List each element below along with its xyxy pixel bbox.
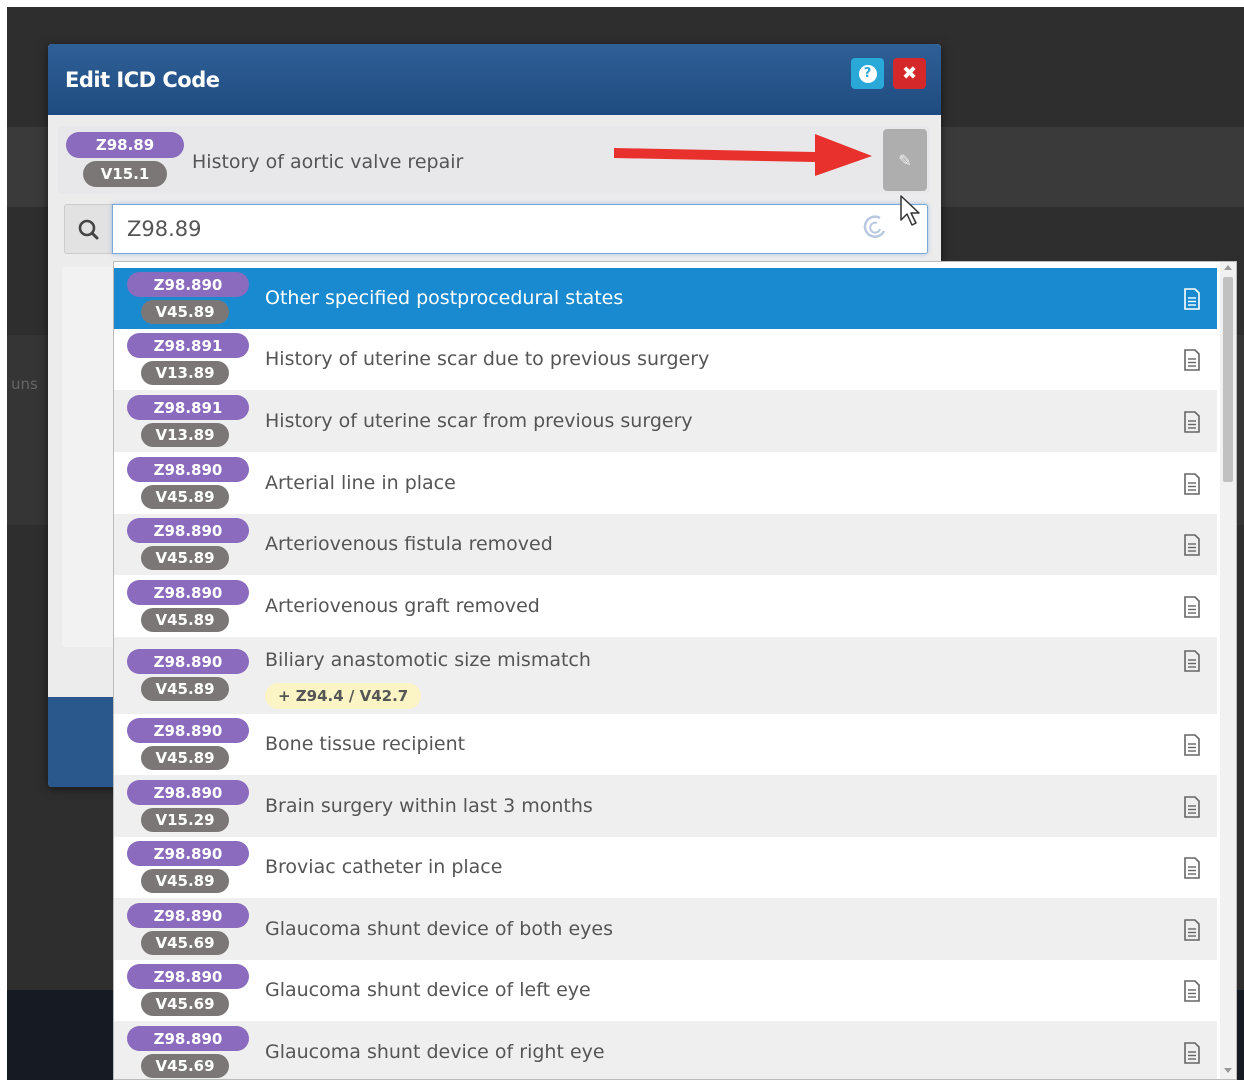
current-code-description: History of aortic valve repair bbox=[192, 151, 464, 173]
result-item[interactable]: Z98.891 V13.89 History of uterine scar f… bbox=[114, 390, 1217, 452]
result-description: Other specified postprocedural states bbox=[265, 287, 624, 309]
result-icd10-code: Z98.890 bbox=[127, 457, 249, 482]
result-icd9-code: V45.89 bbox=[141, 300, 229, 324]
modal-header: Edit ICD Code ? ✖ bbox=[48, 44, 941, 115]
document-icon[interactable] bbox=[1183, 1042, 1201, 1064]
result-description: Glaucoma shunt device of left eye bbox=[265, 979, 591, 1001]
result-icd10-code: Z98.890 bbox=[127, 1026, 249, 1051]
result-item[interactable]: Z98.891 V13.89 History of uterine scar d… bbox=[114, 329, 1217, 390]
search-box bbox=[64, 204, 928, 254]
result-description: Arteriovenous fistula removed bbox=[265, 533, 553, 555]
result-icd9-code: V45.89 bbox=[141, 746, 229, 770]
document-icon[interactable] bbox=[1183, 919, 1201, 941]
result-description: Arterial line in place bbox=[265, 472, 456, 494]
result-icd9-code: V45.69 bbox=[141, 931, 229, 955]
background-partial-text: uns bbox=[11, 375, 38, 393]
edit-code-button[interactable]: ✎ bbox=[883, 129, 927, 191]
result-item[interactable]: Z98.890 V45.69 Glaucoma shunt device of … bbox=[114, 960, 1217, 1021]
scroll-down-arrow-icon[interactable] bbox=[1224, 1068, 1232, 1073]
search-results-dropdown: Z98.890 V45.89 Other specified postproce… bbox=[113, 261, 1237, 1080]
result-item[interactable]: Z98.890 V45.89 Arteriovenous fistula rem… bbox=[114, 514, 1217, 575]
result-icd10-code: Z98.891 bbox=[127, 333, 249, 358]
result-description: Glaucoma shunt device of right eye bbox=[265, 1041, 605, 1063]
result-icd10-code: Z98.890 bbox=[127, 518, 249, 543]
document-icon[interactable] bbox=[1183, 288, 1201, 310]
result-icd10-code: Z98.891 bbox=[127, 395, 249, 420]
result-icd9-code: V45.69 bbox=[141, 992, 229, 1016]
result-item[interactable]: Z98.890 V45.89 Bone tissue recipient bbox=[114, 714, 1217, 775]
close-icon: ✖ bbox=[901, 63, 918, 84]
result-item[interactable]: Z98.890 V45.69 Glaucoma shunt device of … bbox=[114, 898, 1217, 960]
search-input[interactable] bbox=[112, 204, 928, 254]
result-description: History of uterine scar due to previous … bbox=[265, 348, 710, 370]
result-icd9-code: V45.89 bbox=[141, 546, 229, 570]
help-button[interactable]: ? bbox=[851, 58, 884, 89]
result-icd10-code: Z98.890 bbox=[127, 903, 249, 928]
document-icon[interactable] bbox=[1183, 650, 1201, 672]
result-item[interactable]: Z98.890 V45.89 Arteriovenous graft remov… bbox=[114, 575, 1217, 637]
document-icon[interactable] bbox=[1183, 534, 1201, 556]
result-item[interactable]: Z98.890 V45.89 Broviac catheter in place bbox=[114, 837, 1217, 898]
result-icd9-code: V45.89 bbox=[141, 869, 229, 893]
result-icd9-code: V13.89 bbox=[141, 423, 229, 447]
result-icd9-code: V45.69 bbox=[141, 1054, 229, 1078]
result-item[interactable]: Z98.890 V45.89 Arterial line in place bbox=[114, 452, 1217, 514]
result-icd9-code: V45.89 bbox=[141, 608, 229, 632]
result-icd10-code: Z98.890 bbox=[127, 964, 249, 989]
additional-codes-badge: + Z94.4 / V42.7 bbox=[265, 683, 422, 709]
mouse-pointer-icon bbox=[900, 195, 920, 226]
modal-title: Edit ICD Code bbox=[65, 68, 220, 92]
annotation-arrow-icon bbox=[614, 134, 872, 176]
result-icd10-code: Z98.890 bbox=[127, 718, 249, 743]
result-icd9-code: V45.89 bbox=[141, 677, 229, 701]
edit-icon: ✎ bbox=[898, 150, 912, 170]
document-icon[interactable] bbox=[1183, 734, 1201, 756]
result-description: Arteriovenous graft removed bbox=[265, 595, 540, 617]
result-icd10-code: Z98.890 bbox=[127, 272, 249, 297]
result-icd10-code: Z98.890 bbox=[127, 841, 249, 866]
spinner-icon bbox=[863, 215, 886, 238]
result-icd9-code: V15.29 bbox=[141, 808, 229, 832]
result-description: Brain surgery within last 3 months bbox=[265, 795, 593, 817]
result-item[interactable]: Z98.890 V15.29 Brain surgery within last… bbox=[114, 775, 1217, 837]
current-icd10-code: Z98.89 bbox=[66, 132, 184, 158]
result-item[interactable]: Z98.890 V45.69 Glaucoma shunt device of … bbox=[114, 1021, 1217, 1079]
result-item[interactable]: Z98.890 V45.89 Other specified postproce… bbox=[114, 268, 1217, 329]
result-icd9-code: V45.89 bbox=[141, 485, 229, 509]
search-icon bbox=[64, 204, 112, 254]
result-description: History of uterine scar from previous su… bbox=[265, 410, 693, 432]
document-icon[interactable] bbox=[1183, 596, 1201, 618]
scrollbar-thumb[interactable] bbox=[1223, 277, 1233, 482]
result-description: Glaucoma shunt device of both eyes bbox=[265, 918, 614, 940]
result-description: Biliary anastomotic size mismatch bbox=[265, 649, 591, 671]
document-icon[interactable] bbox=[1183, 980, 1201, 1002]
result-icd10-code: Z98.890 bbox=[127, 649, 249, 674]
result-icd10-code: Z98.890 bbox=[127, 780, 249, 805]
result-description: Broviac catheter in place bbox=[265, 856, 503, 878]
scroll-up-arrow-icon[interactable] bbox=[1224, 265, 1232, 270]
current-icd9-code: V15.1 bbox=[83, 161, 167, 187]
close-button[interactable]: ✖ bbox=[893, 58, 926, 89]
document-icon[interactable] bbox=[1183, 473, 1201, 495]
scrollbar[interactable] bbox=[1220, 262, 1236, 1079]
document-icon[interactable] bbox=[1183, 857, 1201, 879]
result-icd9-code: V13.89 bbox=[141, 361, 229, 385]
result-description: Bone tissue recipient bbox=[265, 733, 466, 755]
result-icd10-code: Z98.890 bbox=[127, 580, 249, 605]
question-circle-icon: ? bbox=[858, 64, 877, 83]
result-item[interactable]: Z98.890 V45.89 Biliary anastomotic size … bbox=[114, 637, 1217, 714]
document-icon[interactable] bbox=[1183, 349, 1201, 371]
document-icon[interactable] bbox=[1183, 411, 1201, 433]
document-icon[interactable] bbox=[1183, 796, 1201, 818]
